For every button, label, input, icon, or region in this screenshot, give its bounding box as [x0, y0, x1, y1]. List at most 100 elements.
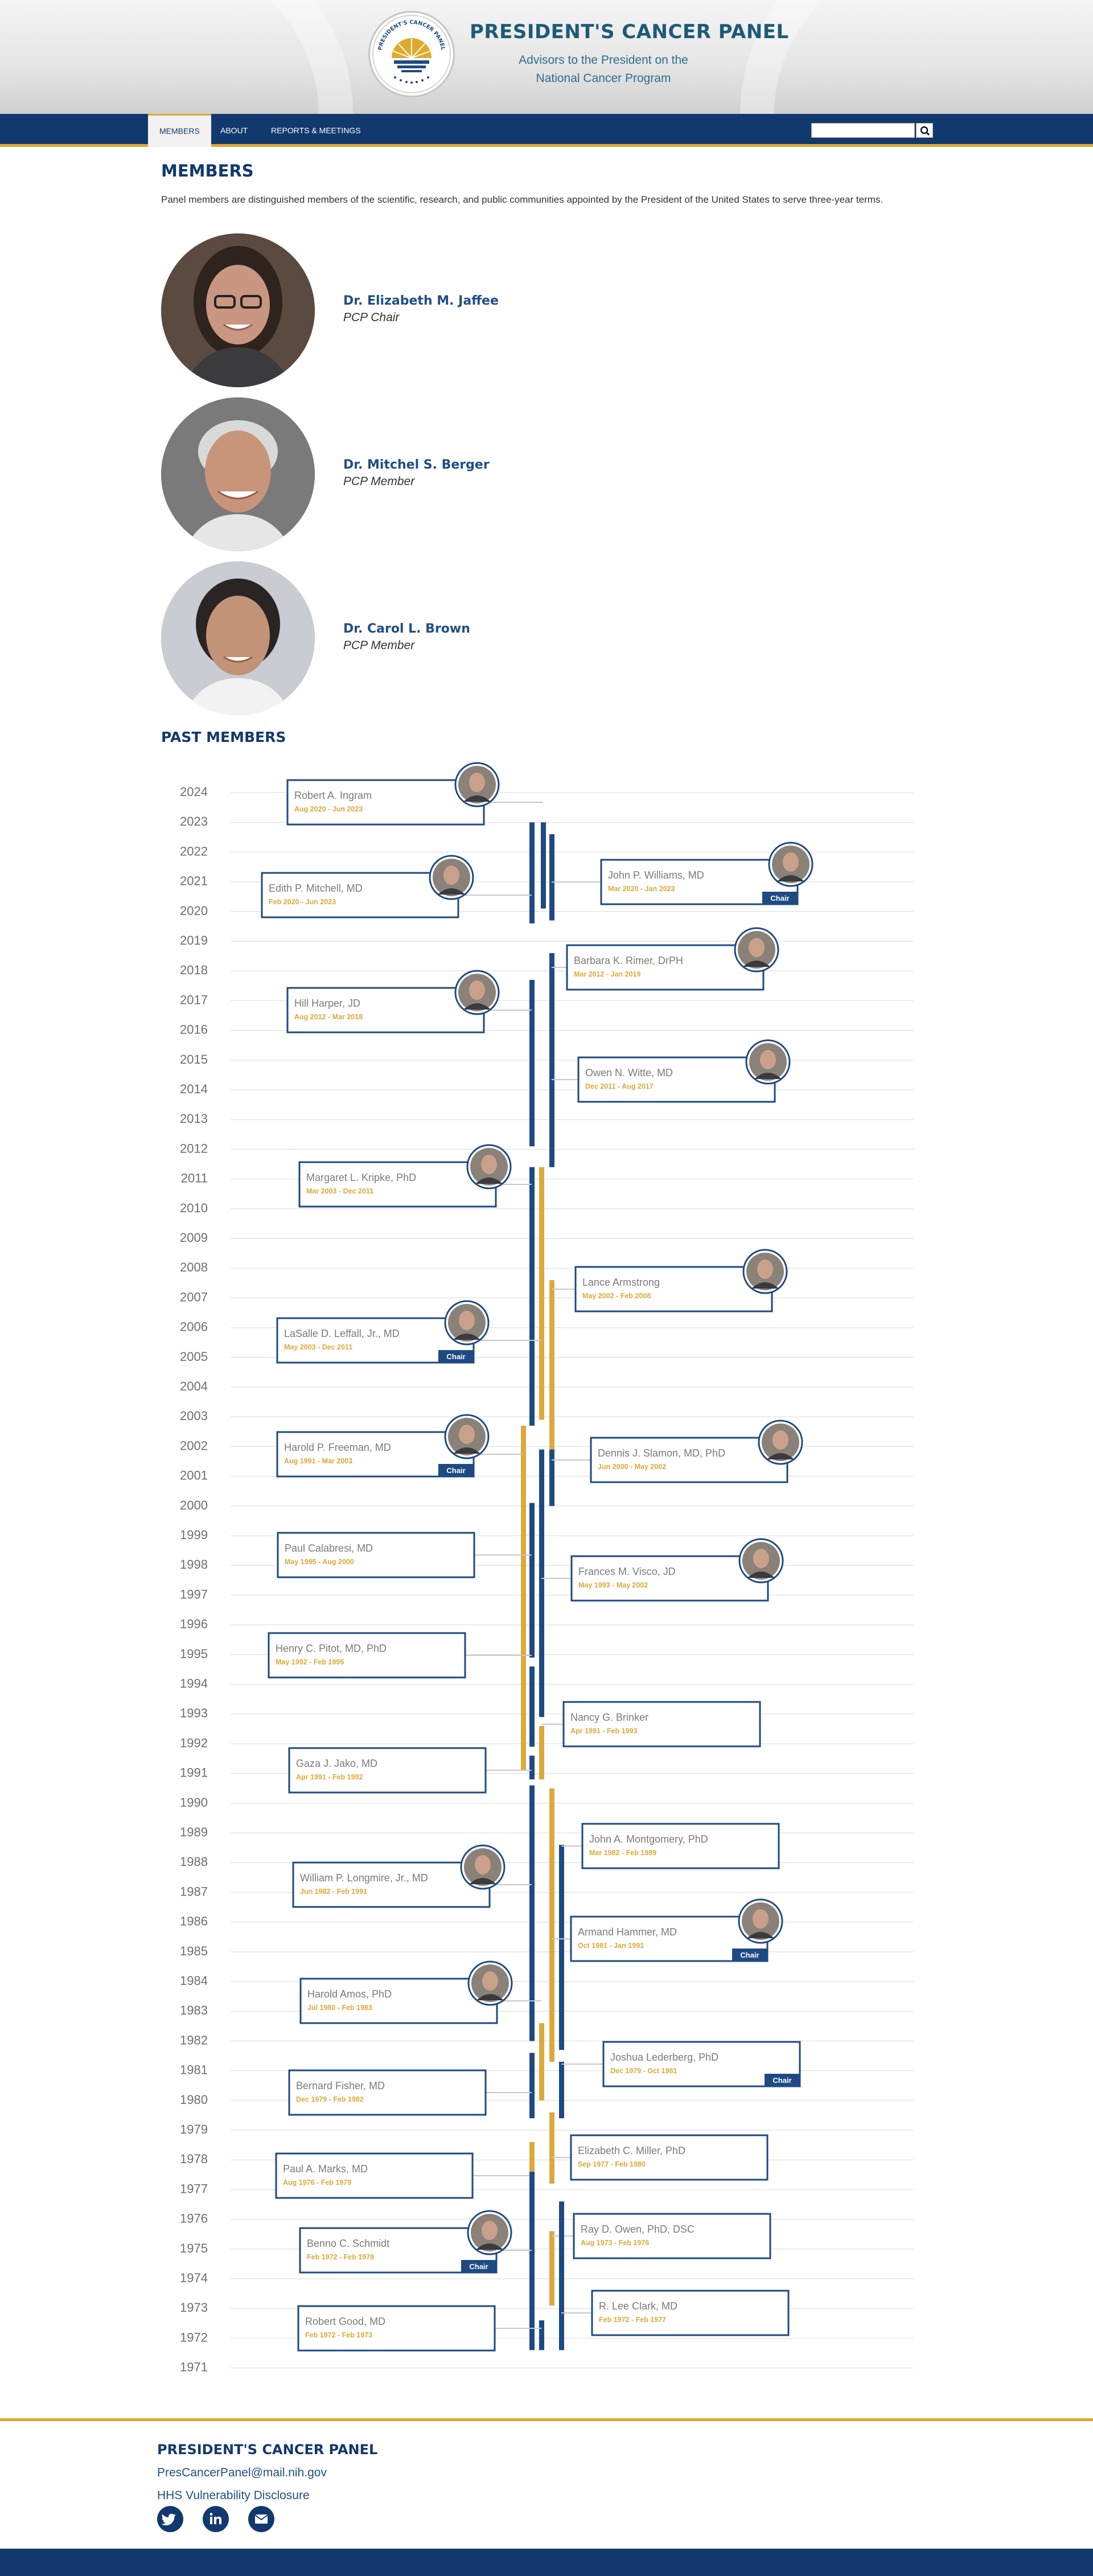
- chair-badge-label: Chair: [773, 2076, 791, 2085]
- nav-item-reports-meetings[interactable]: Reports & Meetings: [260, 114, 372, 147]
- year-label: 2022: [180, 844, 208, 858]
- member-role: PCP Chair: [343, 311, 400, 324]
- past-member-entry[interactable]: Margaret L. Kripke, PhD Mar 2003 - Dec 20…: [298, 1144, 535, 1426]
- past-member-entry[interactable]: Owen N. Witte, MD Dec 2011 - Aug 2017: [549, 998, 791, 1167]
- year-label: 1980: [180, 2093, 208, 2107]
- envelope-icon: [254, 2515, 268, 2524]
- tenure-bar: [539, 2320, 544, 2351]
- chair-badge-label: Chair: [469, 2262, 488, 2271]
- tenure-bar: [549, 1280, 554, 1450]
- past-member-entry[interactable]: Lance Armstrong May 2002 - Feb 2008: [549, 1249, 788, 1450]
- entry-dates: Aug 1976 - Feb 1979: [283, 2179, 351, 2187]
- tenure-bar: [559, 1844, 564, 2050]
- year-label: 1987: [180, 1884, 208, 1898]
- year-label: 2002: [180, 1438, 208, 1453]
- footer-title: PRESIDENT'S CANCER PANEL: [157, 2442, 378, 2458]
- twitter-link[interactable]: [157, 2506, 183, 2532]
- year-label: 1975: [180, 2241, 208, 2255]
- chair-badge-label: Chair: [446, 1466, 465, 1475]
- past-member-entry[interactable]: Gaza J. Jako, MD Apr 1991 - Feb 1992: [288, 1747, 535, 1794]
- entry-card: [288, 1747, 487, 1794]
- year-label: 2015: [180, 1052, 208, 1067]
- past-member-entry[interactable]: Hill Harper, JD Aug 2012 - Mar 2018: [286, 970, 535, 1147]
- entry-name: Nancy G. Brinker: [570, 1712, 648, 1723]
- site-title[interactable]: PRESIDENT'S CANCER PANEL: [470, 20, 789, 43]
- entry-name: John A. Montgomery, PhD: [589, 1833, 708, 1845]
- year-label: 1995: [180, 1647, 208, 1661]
- past-member-entry[interactable]: Joshua Lederberg, PhD Dec 1979 - Oct 1981…: [559, 2041, 801, 2119]
- entry-dates: Jun 2000 - May 2002: [598, 1463, 666, 1471]
- site-subtitle: Advisors to the President on the Nationa…: [472, 51, 734, 88]
- chair-badge-label: Chair: [740, 1951, 759, 1959]
- year-label: 2006: [180, 1320, 208, 1334]
- past-member-entry[interactable]: Bernard Fisher, MD Dec 1979 - Feb 1982: [288, 2053, 535, 2119]
- email-link[interactable]: [248, 2506, 274, 2532]
- year-label: 2016: [180, 1023, 208, 1037]
- tenure-bar: [539, 1449, 544, 1717]
- past-members-timeline: 2024 2023 2022 2021 2020 2019 2018 2017 2016 2015…: [180, 762, 914, 2374]
- chair-badge-label: Chair: [446, 1352, 465, 1361]
- header-decoration: [740, 0, 1093, 114]
- entry-name: R. Lee Clark, MD: [599, 2300, 677, 2312]
- entry-name: Ray D. Owen, PhD, DSC: [581, 2224, 695, 2235]
- tenure-bar: [529, 1785, 535, 2041]
- panel-seal-logo[interactable]: PRESIDENT'S CANCER PANEL: [370, 13, 453, 96]
- year-label: 1979: [180, 2122, 208, 2136]
- past-member-entry[interactable]: Barbara K. Rimer, DrPH Mar 2012 - Jan 201…: [549, 927, 779, 1159]
- search-input[interactable]: [811, 123, 915, 138]
- year-label: 2003: [180, 1409, 208, 1423]
- entry-photo: [745, 1039, 791, 1085]
- past-member-entry[interactable]: John P. Williams, MD Mar 2020 - Jan 2023 C…: [549, 834, 813, 921]
- entry-photo: [738, 1538, 784, 1584]
- linkedin-icon: [209, 2513, 221, 2524]
- year-label: 1997: [180, 1587, 208, 1601]
- nav-item-about[interactable]: About: [209, 114, 259, 147]
- year-label: 2013: [180, 1111, 208, 1126]
- entry-photo: [429, 855, 474, 900]
- entry-card: [591, 2290, 790, 2336]
- entry-photo: [467, 1960, 513, 2006]
- past-member-entry[interactable]: Nancy G. Brinker Apr 1991 - Feb 1993: [539, 1701, 761, 1780]
- tenure-bar: [549, 2112, 554, 2184]
- year-label: 1989: [180, 1825, 208, 1839]
- entry-name: Armand Hammer, MD: [578, 1926, 677, 1938]
- tenure-bar: [549, 2231, 554, 2306]
- entry-name: Margaret L. Kripke, PhD: [306, 1172, 416, 1183]
- year-label: 1999: [180, 1528, 208, 1542]
- past-member-entry[interactable]: Elizabeth C. Miller, PhD Sep 1977 - Feb 1…: [549, 2112, 769, 2184]
- year-label: 1993: [180, 1706, 208, 1720]
- entry-dates: Feb 1972 - Feb 1977: [599, 2316, 666, 2324]
- past-member-entry[interactable]: Harold P. Freeman, MD Aug 1991 - Mar 2003…: [276, 1414, 526, 1771]
- entry-card: [275, 2152, 474, 2199]
- nav-item-members[interactable]: Members: [148, 114, 211, 147]
- past-member-entry[interactable]: Henry C. Pitot, MD, PhD May 1992 - Feb 19…: [268, 1632, 535, 1747]
- footer-email-link[interactable]: PresCancerPanel@mail.nih.gov: [157, 2466, 327, 2480]
- past-member-entry[interactable]: Dennis J. Slamon, MD, PhD Jun 2000 - May …: [549, 1420, 803, 1506]
- year-label: 2001: [180, 1469, 208, 1483]
- entry-dates: Aug 1973 - Feb 1976: [581, 2239, 649, 2247]
- year-label: 1971: [180, 2360, 208, 2374]
- entry-card: [297, 2305, 496, 2352]
- year-label: 1974: [180, 2271, 208, 2285]
- past-member-entry[interactable]: Frances M. Visco, JD May 1993 - May 2002: [539, 1449, 784, 1717]
- entry-name: Gaza J. Jako, MD: [296, 1758, 377, 1769]
- entry-photo: [768, 842, 813, 887]
- year-label: 1994: [180, 1676, 208, 1691]
- entry-name: Barbara K. Rimer, DrPH: [574, 955, 683, 966]
- past-member-entry[interactable]: Edith P. Mitchell, MD Feb 2020 - Jun 2023: [261, 822, 535, 924]
- past-member-entry[interactable]: Robert Good, MD Feb 1972 - Feb 1973: [297, 2305, 544, 2352]
- entry-dates: Apr 1991 - Feb 1993: [570, 1727, 637, 1735]
- entry-name: Bernard Fisher, MD: [296, 2080, 385, 2091]
- search-button[interactable]: [916, 123, 933, 138]
- footer-vulnerability-link[interactable]: HHS Vulnerability Disclosure: [157, 2489, 310, 2503]
- entry-name: LaSalle D. Leffall, Jr., MD: [284, 1328, 400, 1339]
- past-member-entry[interactable]: Paul A. Marks, MD Aug 1976 - Feb 1979: [275, 2142, 535, 2217]
- entry-dates: May 1995 - Aug 2000: [285, 1558, 354, 1566]
- year-label: 1973: [180, 2300, 208, 2315]
- linkedin-link[interactable]: [203, 2506, 229, 2532]
- header-decoration: [0, 0, 353, 114]
- year-label: 2012: [180, 1141, 208, 1155]
- member-photo: [161, 233, 315, 387]
- entry-dates: May 2002 - Feb 2008: [582, 1292, 651, 1300]
- entry-dates: Jun 1982 - Feb 1991: [300, 1888, 367, 1896]
